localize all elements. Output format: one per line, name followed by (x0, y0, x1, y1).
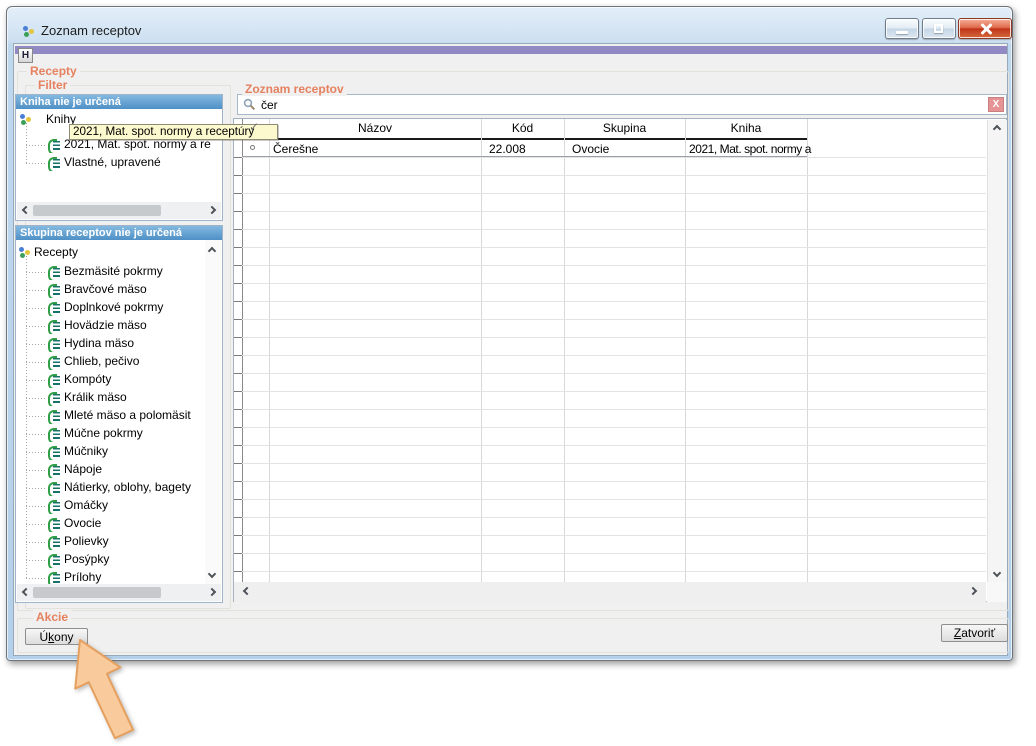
recipe-group-icon (48, 500, 61, 512)
tree-item-label: Nápoje (64, 462, 102, 476)
scroll-right-icon[interactable] (208, 206, 216, 214)
scroll-up-icon[interactable] (993, 125, 1001, 133)
tree-item-label: Vlastné, upravené (64, 155, 161, 169)
recipe-group-icon (48, 338, 61, 350)
recepty-group-label: Recepty (27, 64, 80, 78)
groups-panel-header: Skupina receptov nie je určená (16, 226, 222, 240)
akcie-groupbox (17, 618, 1009, 653)
cell-kod: 22.008 (489, 142, 569, 156)
cursor-arrow-annotation (40, 628, 160, 746)
scroll-down-icon[interactable] (993, 569, 1001, 577)
recipe-group-icon (48, 554, 61, 566)
close-button[interactable] (958, 18, 1012, 39)
tree-item-label: Posýpky (64, 552, 109, 566)
window-title: Zoznam receptov (41, 23, 141, 38)
tree-item-label: Múčniky (64, 444, 108, 458)
books-root-icon (19, 113, 32, 126)
list-group-label: Zoznam receptov (242, 82, 347, 96)
scroll-left-icon[interactable] (243, 587, 251, 595)
scroll-right-icon[interactable] (969, 587, 977, 595)
scroll-up-icon[interactable] (208, 247, 216, 255)
maximize-button[interactable] (922, 18, 956, 39)
table-vscrollbar[interactable] (987, 120, 1007, 582)
search-value[interactable]: čer (261, 98, 278, 112)
table-row[interactable]: Čerešne 22.008 Ovocie 2021, Mat. spot. n… (242, 140, 807, 157)
recipes-table: ✓ Názov Kód Skupina Kniha Čerešne 22.008… (233, 118, 1007, 602)
tree-item-label: Doplnkové pokrmy (64, 300, 163, 314)
books-panel: Kniha nie je určená Knihy 2021, Mat. spo… (15, 94, 223, 221)
title-bar[interactable]: Zoznam receptov (7, 7, 1012, 43)
tree-item-label: Ovocie (64, 516, 101, 530)
recipe-group-icon (48, 374, 61, 386)
close-icon (980, 23, 992, 35)
groups-hscrollbar[interactable] (17, 584, 221, 601)
groups-tree: Recepty Bezmäsité pokrmy Bravčové mäso Dop… (16, 240, 222, 585)
filter-group-label: Filter (35, 78, 70, 92)
recipe-group-icon (48, 356, 61, 368)
tree-item-label: Bezmäsité pokrmy (64, 264, 163, 278)
tree-item-book[interactable]: Vlastné, upravené (16, 155, 222, 171)
recipe-group-icon (48, 572, 61, 584)
tooltip: 2021, Mat. spot. normy a receptúry (69, 124, 278, 140)
tree-item-label: Chlieb, pečivo (64, 354, 139, 368)
search-box[interactable]: čer X (237, 94, 1007, 115)
book-icon (48, 157, 61, 169)
recipe-group-icon (48, 410, 61, 422)
recipe-group-icon (48, 302, 61, 314)
cell-skupina: Ovocie (572, 142, 690, 156)
groups-panel: Skupina receptov nie je určená Recepty B… (15, 225, 223, 603)
recipe-group-icon (48, 284, 61, 296)
tree-item-label: Múčne pokrmy (64, 426, 143, 440)
toolbar-strip (15, 46, 1007, 54)
tree-item-recepty-root[interactable]: Recepty (16, 245, 206, 261)
tree-item-label: Kompóty (64, 372, 111, 386)
record-marker-icon (250, 145, 255, 150)
tree-item-label: Recepty (34, 245, 78, 259)
tree-item-label: Králik mäso (64, 390, 127, 404)
cell-kniha: 2021, Mat. spot. normy a (689, 142, 817, 156)
scroll-right-icon[interactable] (208, 588, 216, 596)
scroll-left-icon[interactable] (22, 588, 30, 596)
table-hscrollbar[interactable] (234, 582, 986, 602)
tree-item-label: Mleté mäso a polomäsit (64, 408, 191, 422)
recipe-group-icon (48, 536, 61, 548)
tree-item-label: Omáčky (64, 498, 108, 512)
clear-search-icon[interactable]: X (988, 97, 1004, 112)
h-button[interactable]: H (18, 48, 33, 63)
recipe-group-icon (48, 446, 61, 458)
client-area: H Recepty Filter Zoznam receptov Kniha n… (13, 43, 1008, 656)
minimize-icon (896, 31, 908, 34)
tree-item-label: Bravčové mäso (64, 282, 147, 296)
recipe-group-icon (48, 482, 61, 494)
recipe-group-icon (48, 464, 61, 476)
groups-vscrollbar[interactable] (205, 240, 221, 585)
column-check-icon-over: ✓ (249, 120, 259, 134)
recipe-group-icon (48, 266, 61, 278)
tree-item-label: Polievky (64, 534, 109, 548)
scroll-left-icon[interactable] (22, 206, 30, 214)
minimize-button[interactable] (885, 18, 919, 39)
books-tree: Knihy 2021, Mat. spot. normy a re Vlastn… (16, 109, 222, 202)
window-icon (22, 25, 36, 38)
search-icon (243, 98, 256, 111)
tree-item-label: Nátierky, oblohy, bagety (64, 480, 191, 494)
tree-item-label: Hydina mäso (64, 336, 134, 350)
tree-item-label: Prílohy (64, 570, 101, 584)
book-icon (48, 139, 61, 151)
zatvorit-button[interactable]: Zatvoriť (941, 624, 1008, 642)
scroll-down-icon[interactable] (208, 570, 216, 578)
books-panel-header: Kniha nie je určená (16, 95, 222, 109)
recipe-group-icon (48, 392, 61, 404)
books-hscrollbar[interactable] (17, 202, 221, 219)
groups-root-icon (18, 246, 31, 259)
maximize-icon (934, 24, 943, 33)
recipe-group-icon (48, 518, 61, 530)
akcie-group-label: Akcie (33, 610, 71, 624)
recipe-group-icon (48, 320, 61, 332)
cell-nazov: Čerešne (273, 142, 473, 156)
window: Zoznam receptov H Recepty Filter Zoznam … (6, 6, 1013, 661)
tree-item-label: Hovädzie mäso (64, 318, 147, 332)
recipe-group-icon (48, 428, 61, 440)
